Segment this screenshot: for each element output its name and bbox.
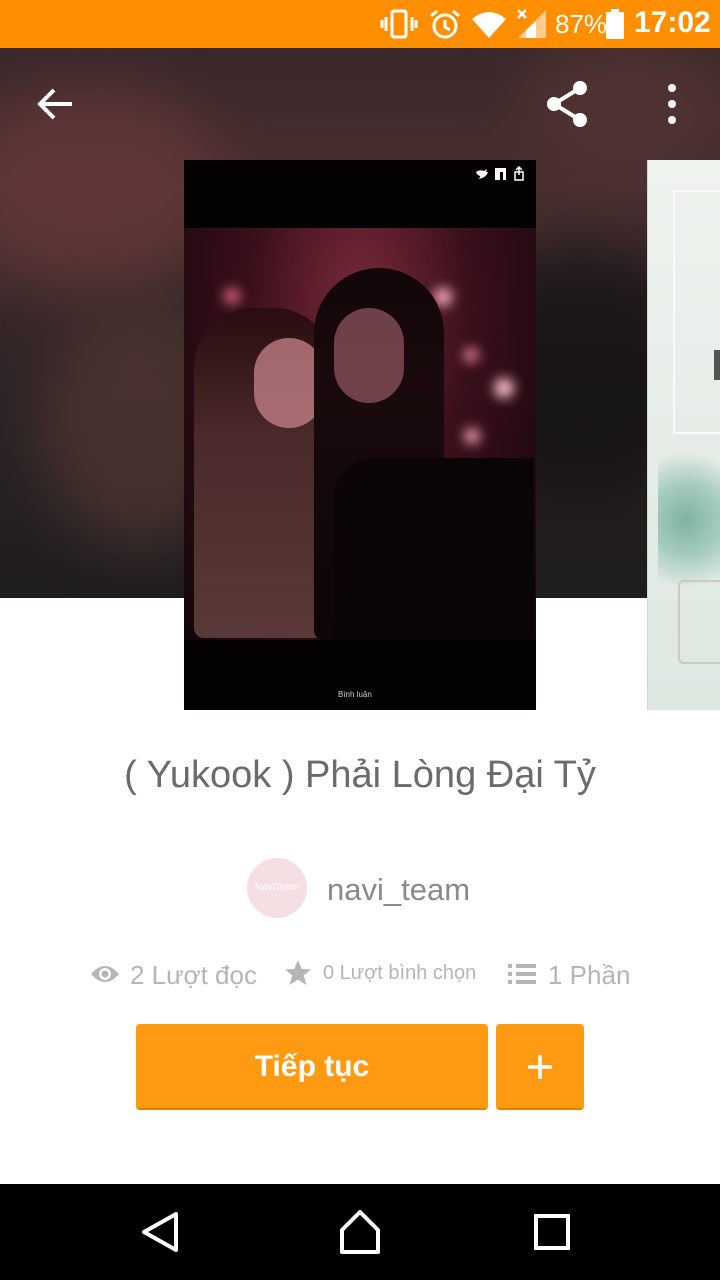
alarm-icon [430,9,460,39]
list-icon [508,964,536,984]
reads-label: 2 Lượt đọc [130,960,257,990]
cover-social-icons [476,166,524,181]
next-story-cover[interactable] [647,160,720,710]
clock: 17:02 [634,6,711,39]
cover-comment-label: Bình luận [338,690,372,699]
battery-icon [606,9,624,39]
plus-icon [528,1055,552,1079]
votes-label: 0 Lượt bình chọn [323,962,477,984]
story-cover[interactable]: Bình luận [184,160,536,710]
votes-stat: 0 Lượt bình chọn [284,954,484,998]
svg-text:⇅: ⇅ [493,30,501,40]
battery-percentage: 87% [555,9,608,39]
parts-label: 1 Phần [548,960,631,990]
vibrate-icon [380,9,418,39]
cover-photo [184,228,536,640]
status-bar: ⇅ 87% 17:02 [0,0,720,48]
system-navigation-bar [0,1184,720,1280]
story-title: ( Yukook ) Phải Lòng Đại Tỷ [124,754,596,796]
author-name[interactable]: navi_team [327,872,470,908]
star-icon [285,960,311,985]
continue-reading-button[interactable]: Tiếp tục [136,1024,488,1110]
eye-icon [91,966,119,982]
nav-back-icon[interactable] [132,1204,188,1260]
wifi-icon: ⇅ [472,12,506,40]
more-options-button[interactable] [644,76,700,132]
add-to-library-button[interactable] [496,1024,584,1110]
signal-icon [517,9,546,38]
reads-stat: 2 Lượt đọc [90,954,265,998]
parts-stat: 1 Phần [508,954,638,998]
nav-recents-icon[interactable] [524,1204,580,1260]
nav-home-icon[interactable] [332,1204,388,1260]
share-button[interactable] [540,76,596,132]
back-button[interactable] [28,76,84,132]
author-avatar[interactable]: NaviTeam [247,858,307,918]
story-stats: 2 Lượt đọc 0 Lượt bình chọn 1 Phần [0,954,720,998]
